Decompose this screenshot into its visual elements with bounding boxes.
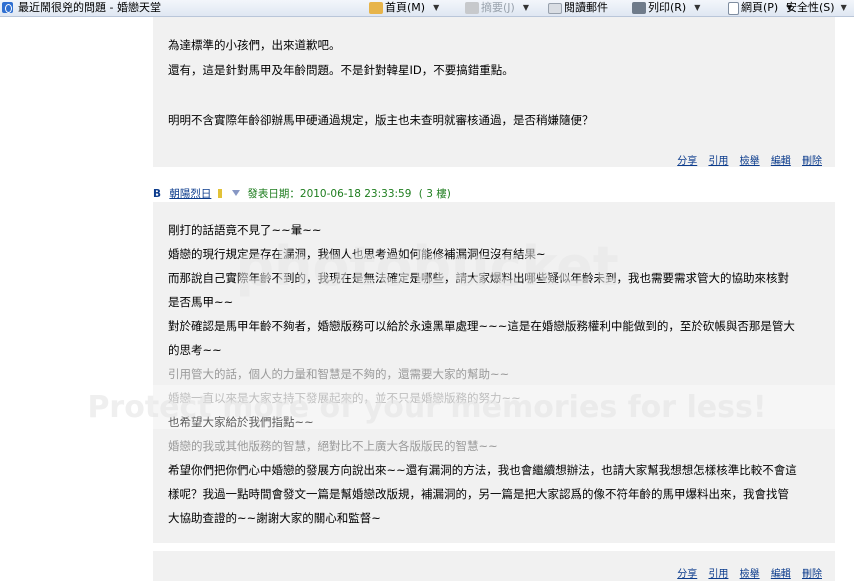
post-line: 希望你們把你們心中婚戀的發展方向說出來~~還有漏洞的方法，我也會繼續想辦法，也請…: [168, 463, 797, 477]
post-body: 剛打的話語竟不見了~~暈~~ 婚戀的現行規定是存在漏洞，我個人也思考過如何能修補漏…: [168, 218, 797, 530]
page-icon: [728, 1, 739, 15]
author-name-link[interactable]: 朝陽烈日: [169, 188, 211, 200]
author-menu-icon[interactable]: [232, 190, 241, 196]
print-button[interactable]: 列印(R) ▼: [632, 0, 700, 16]
edit-link[interactable]: 編輯: [771, 569, 791, 580]
post-author-row: B 朝陽烈日 發表日期：2010-06-18 23:33:59 ( 3 樓): [153, 186, 451, 201]
edit-link[interactable]: 編輯: [771, 156, 791, 167]
safety-menu-button[interactable]: 安全性(S) ▼: [786, 0, 847, 16]
post-line: 是否馬甲~~: [168, 295, 234, 309]
feeds-dropdown-icon[interactable]: ▼: [523, 0, 529, 16]
post-actions: 分享 引用 檢舉 編輯 刪除: [669, 565, 822, 580]
safety-dropdown-icon[interactable]: ▼: [841, 0, 847, 16]
post-date: 發表日期：2010-06-18 23:33:59: [247, 188, 412, 200]
ie-favicon-icon: [2, 2, 13, 13]
watermark-band: [0, 385, 854, 429]
forum-post: 為達標準的小孩們，出來道歉吧。 還有，這是針對馬甲及年齡問題。不是針對韓星ID，…: [153, 17, 835, 167]
feed-icon: [465, 2, 479, 14]
home-button[interactable]: 首頁(M) ▼: [369, 0, 439, 16]
quote-link[interactable]: 引用: [708, 569, 728, 580]
mail-icon: [548, 2, 562, 14]
post-line: 還有，這是針對馬甲及年齡問題。不是針對韓星ID，不要搞錯重點。: [168, 63, 514, 77]
post-line: 大協助查證的~~謝謝大家的關心和監督~: [168, 511, 381, 525]
home-icon: [369, 2, 383, 14]
browser-toolbar: 最近鬧很兇的問題 - 婚戀天堂 首頁(M) ▼ 摘要(J) ▼ 閱讀郵件 列印(…: [0, 0, 854, 17]
post-line: 婚戀的現行規定是存在漏洞，我個人也思考過如何能修補漏洞但沒有結果~: [168, 247, 546, 261]
printer-icon: [632, 2, 646, 14]
feeds-button[interactable]: 摘要(J) ▼: [465, 0, 529, 16]
tab-title: 最近鬧很兇的問題 - 婚戀天堂: [18, 1, 161, 14]
read-mail-button[interactable]: 閱讀郵件: [548, 0, 608, 16]
post-floor: ( 3 樓): [418, 188, 451, 200]
share-link[interactable]: 分享: [677, 156, 697, 167]
post-line: [168, 83, 594, 108]
post-marker: B: [153, 188, 162, 200]
post-line: 對於確認是馬甲年齡不夠者，婚戀版務可以給於永遠黑單處理~~~這是在婚戀版務權利中…: [168, 319, 795, 333]
page-menu-button[interactable]: 網頁(P) ▼: [728, 0, 792, 16]
post-actions: 分享 引用 檢舉 編輯 刪除: [669, 152, 822, 167]
quote-link[interactable]: 引用: [708, 156, 728, 167]
forum-content: 為達標準的小孩們，出來道歉吧。 還有，這是針對馬甲及年齡問題。不是針對韓星ID，…: [0, 17, 854, 581]
report-link[interactable]: 檢舉: [740, 156, 760, 167]
post-line: 明明不含實際年齡卻辦馬甲硬通過規定，版主也未查明就審核通過，是否稍嫌隨便？: [168, 113, 594, 127]
report-link[interactable]: 檢舉: [740, 569, 760, 580]
print-dropdown-icon[interactable]: ▼: [694, 0, 700, 16]
share-link[interactable]: 分享: [677, 569, 697, 580]
post-line: 而那說自己實際年齡不到的，我現在是無法確定是哪些，請大家爆料出哪些疑似年齡未到，…: [168, 271, 789, 285]
home-dropdown-icon[interactable]: ▼: [433, 0, 439, 16]
badge-icon: [217, 189, 222, 198]
delete-link[interactable]: 刪除: [802, 156, 822, 167]
post-line: 引用管大的話，個人的力量和智慧是不夠的，還需要大家的幫助~~: [168, 367, 510, 381]
delete-link[interactable]: 刪除: [802, 569, 822, 580]
post-line: 婚戀的我或其他版務的智慧，絕對比不上廣大各版版民的智慧~~: [168, 439, 498, 453]
post-footer: 分享 引用 檢舉 編輯 刪除: [153, 551, 835, 581]
post-line: 剛打的話語竟不見了~~暈~~: [168, 223, 322, 237]
forum-post: 剛打的話語竟不見了~~暈~~ 婚戀的現行規定是存在漏洞，我個人也思考過如何能修補漏…: [153, 202, 835, 543]
post-line: 為達標準的小孩們，出來道歉吧。: [168, 38, 341, 52]
post-line: 樣呢？我過一點時間會發文一篇是幫婚戀改版規，補漏洞的，另一篇是把大家認爲的像不符…: [168, 487, 789, 501]
post-line: 的思考~~: [168, 343, 222, 357]
browser-tab[interactable]: 最近鬧很兇的問題 - 婚戀天堂: [0, 0, 330, 16]
post-body: 為達標準的小孩們，出來道歉吧。 還有，這是針對馬甲及年齡問題。不是針對韓星ID，…: [168, 33, 594, 133]
